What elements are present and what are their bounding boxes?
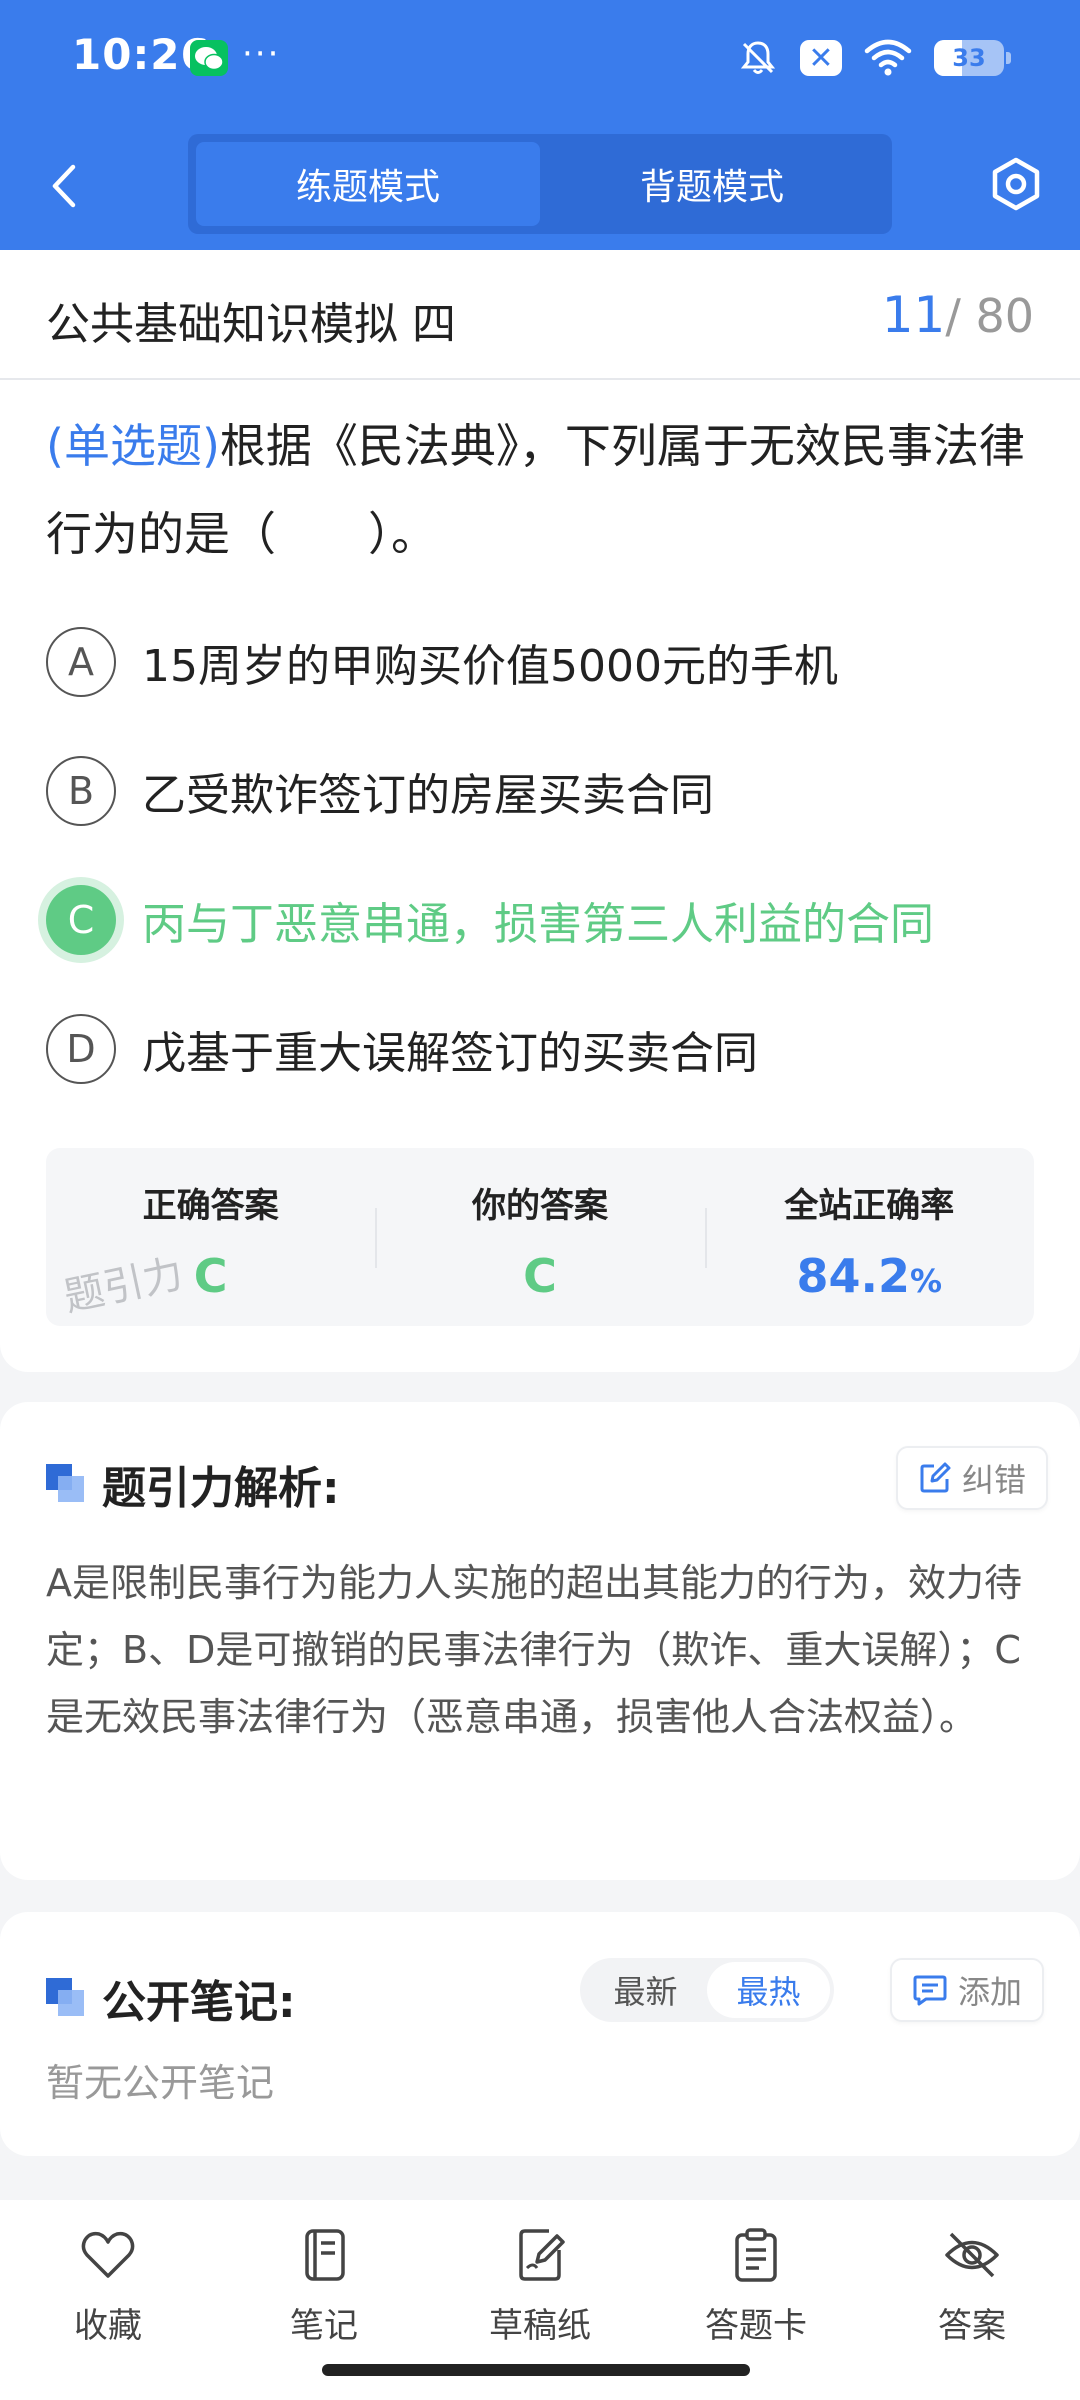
watermark: 题引力: [60, 1250, 188, 1321]
option-letter: A: [46, 627, 116, 697]
option-c[interactable]: C 丙与丁恶意串通，损害第三人利益的合同: [46, 882, 1036, 958]
sort-hottest[interactable]: 最热: [707, 1962, 830, 2018]
empty-notes-text: 暂无公开笔记: [46, 2061, 275, 2105]
notes-button[interactable]: 笔记: [216, 2226, 432, 2370]
answer-sheet-button[interactable]: 答题卡: [648, 2226, 864, 2370]
your-answer-label: 你的答案: [471, 1186, 608, 1226]
question-stem: (单选题)根据《民法典》，下列属于无效民事法律行为的是（ ）。: [46, 402, 1036, 578]
option-b[interactable]: B 乙受欺诈签订的房屋买卖合同: [46, 753, 1036, 829]
eye-off-icon: [945, 2232, 999, 2278]
wechat-icon: [190, 40, 228, 76]
option-text: 戊基于重大误解签订的买卖合同: [142, 1028, 758, 1079]
battery-level: 33: [952, 44, 986, 72]
correct-answer-value: C: [193, 1249, 228, 1303]
accuracy-label: 全站正确率: [784, 1186, 955, 1226]
favorite-label: 收藏: [74, 2306, 142, 2346]
question-header: 公共基础知识模拟 四 11/ 80: [0, 250, 1080, 380]
question-counter: 11/ 80: [882, 286, 1034, 344]
analysis-card: 题引力解析: 纠错 A是限制民事行为能力人实施的超出其能力的行为，效力待定；B、…: [0, 1402, 1080, 1880]
report-error-button[interactable]: 纠错: [896, 1446, 1049, 1510]
notes-label: 笔记: [290, 2306, 358, 2346]
tab-practice-mode[interactable]: 练题模式: [196, 142, 540, 226]
notes-card: 公开笔记: 最新 最热 添加 暂无公开笔记: [0, 1912, 1080, 2156]
report-error-label: 纠错: [962, 1461, 1027, 1499]
notes-header: 公开笔记:: [46, 1966, 296, 2030]
tab-memorize-mode[interactable]: 背题模式: [540, 142, 884, 226]
accuracy-value: 84.2%: [797, 1249, 943, 1303]
top-header: 10:26 ··· ✕ 33 练题模式 背题模式: [0, 0, 1080, 250]
total-questions: / 80: [945, 289, 1034, 343]
heart-icon: [81, 2231, 135, 2278]
current-question-number: 11: [881, 286, 946, 344]
accuracy-unit: %: [910, 1262, 943, 1300]
home-indicator: [322, 2364, 750, 2376]
correct-answer-label: 正确答案: [142, 1186, 279, 1226]
draft-label: 草稿纸: [489, 2306, 591, 2346]
analysis-text: A是限制民事行为能力人实施的超出其能力的行为，效力待定；B、D是可撤销的民事法律…: [46, 1561, 1022, 1739]
add-note-label: 添加: [958, 1973, 1023, 2011]
comment-icon: [913, 1975, 947, 2006]
wifi-icon: [864, 39, 912, 76]
answer-label: 答案: [938, 2306, 1006, 2346]
option-text: 乙受欺诈签订的房屋买卖合同: [142, 770, 714, 821]
section-icon: [46, 1978, 86, 2018]
more-notifications-icon: ···: [242, 34, 281, 74]
settings-icon[interactable]: [986, 154, 1046, 214]
analysis-header: 题引力解析:: [46, 1452, 340, 1516]
status-icons: ✕ 33: [738, 36, 1011, 80]
question-card: 公共基础知识模拟 四 11/ 80 (单选题)根据《民法典》，下列属于无效民事法…: [0, 250, 1080, 1372]
option-text: 15周岁的甲购买价值5000元的手机: [142, 641, 838, 692]
option-letter: C: [46, 885, 116, 955]
your-answer-value: C: [523, 1249, 557, 1303]
option-a[interactable]: A 15周岁的甲购买价值5000元的手机: [46, 624, 1036, 700]
option-d[interactable]: D 戊基于重大误解签订的买卖合同: [46, 1011, 1036, 1087]
answer-summary: 正确答案 C 题引力 你的答案 C 全站正确率 84.2%: [46, 1148, 1034, 1326]
edit-icon: [920, 1462, 951, 1493]
status-bar: 10:26 ··· ✕ 33: [0, 0, 1080, 118]
sort-latest[interactable]: 最新: [584, 1962, 707, 2018]
paper-title: 公共基础知识模拟 四: [46, 299, 456, 350]
notes-sort-switch: 最新 最热: [580, 1958, 834, 2022]
x-badge-icon: ✕: [800, 40, 842, 76]
favorite-button[interactable]: 收藏: [0, 2226, 216, 2370]
mute-icon: [740, 41, 776, 74]
battery-icon: 33: [934, 40, 1011, 76]
correct-answer-col: 正确答案 C 题引力: [46, 1148, 375, 1326]
option-letter: B: [46, 756, 116, 826]
chevron-left-icon: [52, 164, 76, 208]
your-answer-col: 你的答案 C: [375, 1148, 704, 1326]
answer-sheet-label: 答题卡: [705, 2306, 807, 2346]
draft-button[interactable]: 草稿纸: [432, 2226, 648, 2370]
answer-sheet-icon: [735, 2228, 777, 2282]
draft-icon: [519, 2229, 565, 2281]
analysis-title: 题引力解析:: [102, 1463, 340, 1514]
accuracy-col: 全站正确率 84.2%: [704, 1148, 1034, 1326]
nav-bar: 练题模式 背题模式: [0, 118, 1080, 250]
notebook-icon: [305, 2229, 345, 2281]
add-note-button[interactable]: 添加: [890, 1958, 1045, 2022]
option-text: 丙与丁恶意串通，损害第三人利益的合同: [142, 899, 934, 950]
section-icon: [46, 1464, 86, 1504]
mode-switch: 练题模式 背题模式: [188, 134, 892, 234]
toggle-answer-button[interactable]: 答案: [864, 2226, 1080, 2370]
accuracy-number: 84.2: [796, 1249, 911, 1303]
back-button[interactable]: [36, 158, 92, 214]
question-type: (单选题): [46, 419, 220, 473]
notes-title: 公开笔记:: [102, 1977, 296, 2028]
option-letter: D: [46, 1014, 116, 1084]
